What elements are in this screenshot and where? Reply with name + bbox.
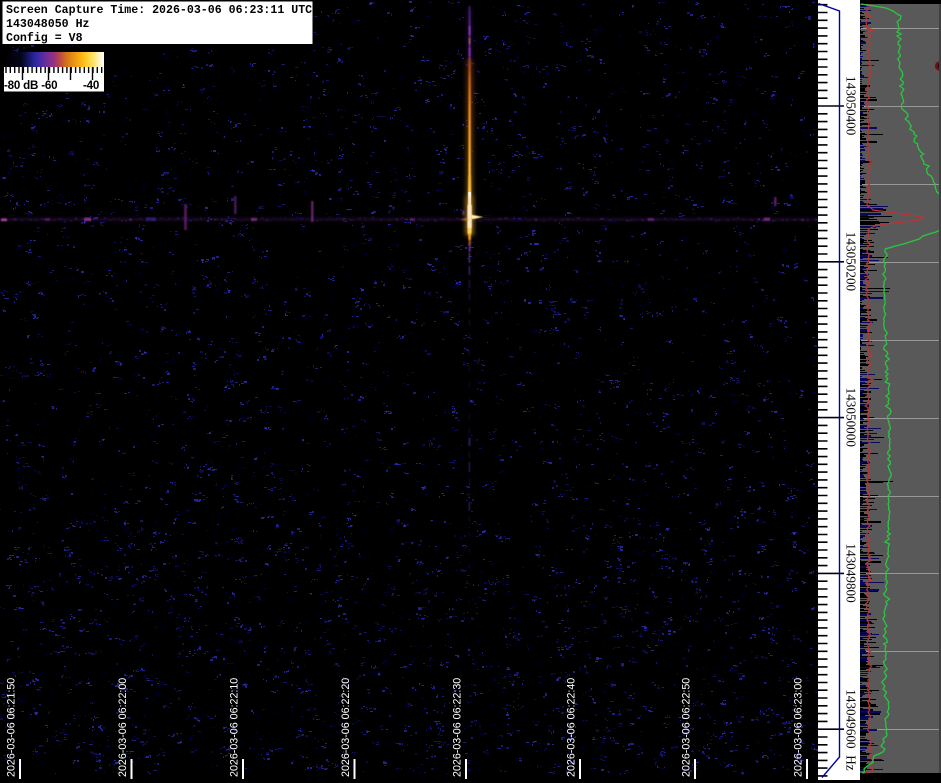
svg-text:143048050 Hz: 143048050 Hz (6, 18, 90, 31)
svg-text:2026-03-06 06:21:50: 2026-03-06 06:21:50 (6, 678, 18, 777)
svg-text:2026-03-06 06:22:40: 2026-03-06 06:22:40 (566, 678, 578, 777)
svg-text:2026-03-06 06:22:30: 2026-03-06 06:22:30 (452, 678, 464, 777)
svg-text:143050000: 143050000 (844, 388, 859, 448)
svg-text:2026-03-06 06:23:00: 2026-03-06 06:23:00 (793, 678, 805, 777)
svg-text:2026-03-06 06:22:50: 2026-03-06 06:22:50 (681, 678, 693, 777)
svg-text:Hz: Hz (844, 755, 859, 771)
svg-text:-80 dB -60: -80 dB -60 (4, 79, 57, 92)
svg-text:2026-03-06 06:22:10: 2026-03-06 06:22:10 (229, 678, 241, 777)
svg-text:2026-03-06 06:22:00: 2026-03-06 06:22:00 (117, 678, 129, 777)
svg-text:143050200: 143050200 (844, 232, 859, 292)
svg-text:-40: -40 (83, 79, 99, 92)
svg-text:Screen Capture Time: 2026-03-0: Screen Capture Time: 2026-03-06 06:23:11… (6, 4, 312, 17)
svg-text:143050400: 143050400 (844, 76, 859, 136)
svg-text:2026-03-06 06:22:20: 2026-03-06 06:22:20 (340, 678, 352, 777)
svg-text:143049800: 143049800 (844, 543, 859, 603)
svg-text:Config = V8: Config = V8 (6, 32, 83, 45)
svg-text:143049600: 143049600 (844, 689, 859, 749)
